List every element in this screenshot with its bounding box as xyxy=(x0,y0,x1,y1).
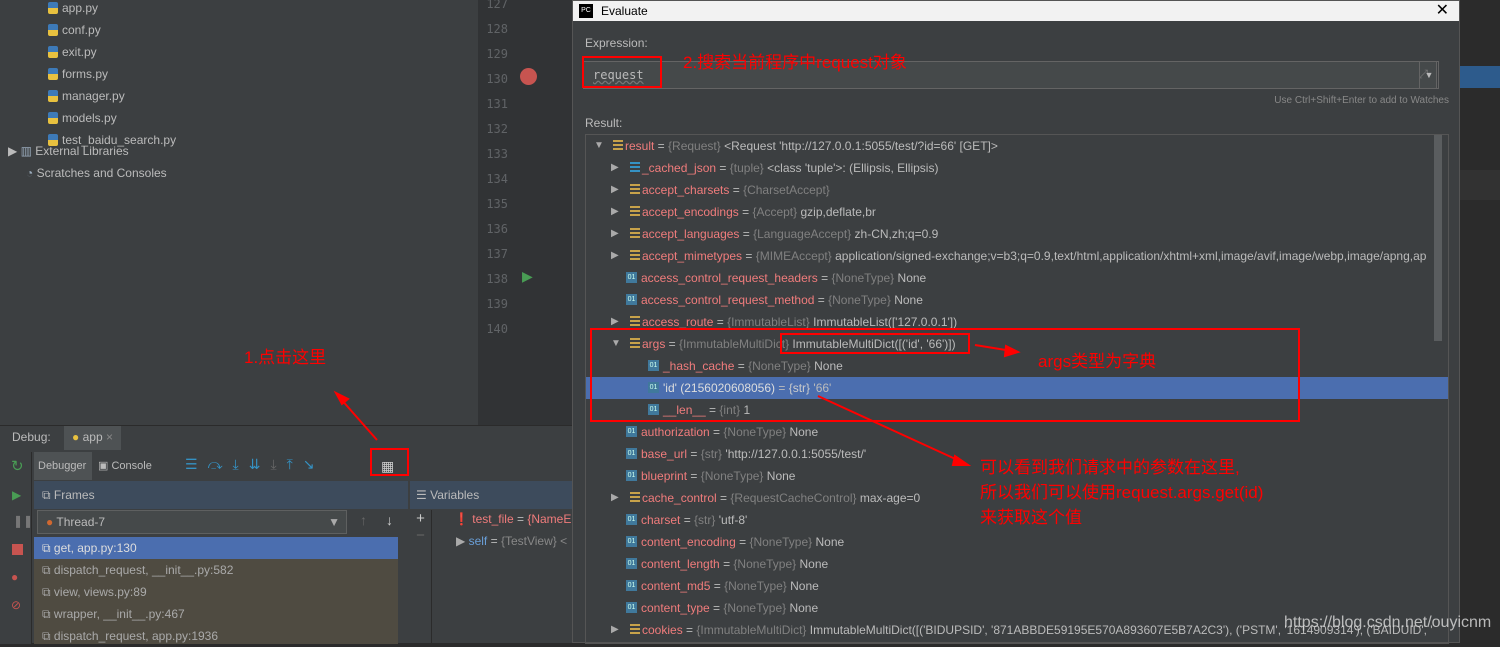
watermark: https://blog.csdn.net/ouyicnm xyxy=(1284,614,1492,631)
annotation-arrows xyxy=(333,344,1021,466)
